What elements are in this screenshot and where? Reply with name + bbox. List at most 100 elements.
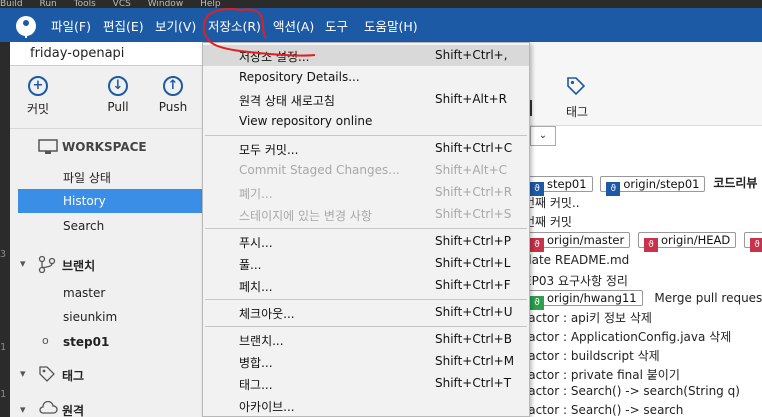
bg-menu-build: Build [0,0,23,8]
menu-item-label: 병합... [239,356,273,370]
repo-tab-title: friday-openapi [30,46,125,61]
history-row[interactable]: ϑorigin/hwang11 Merge pull request #1 [524,290,762,310]
badge-text: origin/master [547,233,625,247]
bg-menu-help: Help [200,0,221,8]
menu-item-shortcut: Shift+Ctrl+M [435,354,515,368]
chevron-down-icon[interactable]: ▾ [20,257,26,270]
history-row[interactable]: factor : private final 붙이기 [524,366,680,383]
menu-item-commit-staged-changes: Commit Staged Changes... Shift+Alt+C [203,160,529,181]
current-branch-marker-icon: o [42,334,49,347]
menu-item-shortcut: Shift+Ctrl+B [435,332,512,346]
push-label: Push [158,100,188,114]
menu-item-repository-details[interactable]: Repository Details... [203,67,529,88]
remote-badge: ϑ origin/hwang11 [524,290,643,310]
menu-item-label: Commit Staged Changes... [239,163,400,177]
history-row[interactable]: factor : ApplicationConfig.java 삭제 [524,328,731,345]
sidebar-item-file-status[interactable]: 파일 상태 [63,169,111,186]
tags-header: 태그 [62,369,85,383]
menu-help[interactable]: 도움말(H) [364,16,418,35]
branches-header: 브랜치 [62,259,96,273]
branch-badge: ϑ origin/step01 [600,175,706,196]
menu-edit[interactable]: 편집(E) [103,16,144,35]
menu-item-stash-changes: 스테이지에 있는 변경 사항 Shift+Ctrl+S [203,204,529,225]
commit-button[interactable]: + 커밋 [24,76,52,117]
menu-item-label: 풀... [239,258,262,272]
menu-item-label: 원격 상태 새로고침 [239,94,335,108]
history-row[interactable]: EP03 요구사항 정리 [524,272,628,289]
history-row[interactable]: date README.md [524,253,629,267]
pull-label: Pull [107,100,129,114]
repo-tab[interactable]: friday-openapi [10,42,204,66]
remote-badge: ϑ origin/HEAD [638,232,737,252]
badge-text: origin/step01 [623,176,700,191]
history-row[interactable]: ϑ step01 ϑ origin/step01 코드리뷰 [524,174,758,196]
sidebar-item-search[interactable]: Search [63,219,104,233]
menu-view[interactable]: 보기(V) [155,16,196,35]
branch-icon: ϑ [644,238,658,252]
filter-dropdown[interactable]: ⌄ [530,126,556,146]
commit-message: date README.md [524,253,630,267]
menu-tools[interactable]: 도구 [325,16,348,35]
branch-item[interactable]: master [63,286,105,300]
menu-item-label: 아카이브... [239,400,295,414]
menu-item-commit-all[interactable]: 모두 커밋... Shift+Ctrl+C [203,138,529,159]
menu-item-checkout[interactable]: 체크아웃... Shift+Ctrl+U [203,302,529,323]
history-row[interactable]: ϑorigin/master ϑorigin/HEAD ϑm [524,232,762,252]
menu-item-label: 스테이지에 있는 변경 사항 [239,209,372,223]
pull-button[interactable]: ↓ Pull [103,76,133,114]
background-ide-menubar: Build Run Tools VCS Window Help [0,0,762,8]
gutter-line-number: 1 [0,342,7,353]
menu-separator [205,326,527,327]
menu-item-repository-settings[interactable]: 저장소 설정... Shift+Ctrl+, [203,45,529,66]
menu-item-fetch[interactable]: 페치... Shift+Ctrl+F [203,275,529,296]
history-row[interactable]: factor : Search() -> search [524,403,683,417]
branch-icon: ϑ [530,296,544,310]
sidebar-item-history[interactable]: History [63,194,106,208]
menu-item-branch[interactable]: 브랜치... Shift+Ctrl+B [203,329,529,350]
chevron-down-icon[interactable]: ▾ [20,367,26,380]
cloud-icon [39,401,58,414]
commit-message: 번째 커밋 [524,215,572,229]
menu-item-label: 저장소 설정... [239,50,310,64]
menu-item-push[interactable]: 푸시... Shift+Ctrl+P [203,231,529,252]
bg-menu-window: Window [147,0,184,8]
menu-item-label: 체크아웃... [239,307,295,321]
branch-item[interactable]: sieunkim [63,310,117,324]
history-row[interactable]: 번째 커밋.. [524,194,580,211]
branch-icon [38,255,56,273]
menu-item-merge[interactable]: 병합... Shift+Ctrl+M [203,351,529,372]
tag-icon [567,77,586,96]
commit-message: EP03 요구사항 정리 [524,274,628,288]
menu-item-refresh-remote-status[interactable]: 원격 상태 새로고침 Shift+Alt+R [203,89,529,110]
menu-item-archive[interactable]: 아카이브... [203,395,529,416]
menu-item-tag[interactable]: 태그... Shift+Ctrl+T [203,373,529,394]
branch-item-current[interactable]: step01 [63,335,109,349]
history-row[interactable]: factor : api키 정보 삭제 [524,309,652,326]
menu-item-pull[interactable]: 풀... Shift+Ctrl+L [203,253,529,274]
menu-actions[interactable]: 액션(A) [273,16,314,35]
toolbar-fragment [530,100,532,116]
commit-message: 코드리뷰 [713,176,758,190]
menu-repository[interactable]: 저장소(R) [208,16,261,35]
history-row[interactable]: 번째 커밋 [524,213,572,230]
menu-separator [205,228,527,229]
bg-menu-run: Run [39,0,57,8]
gutter-line-number: 1 [0,389,7,400]
chevron-down-icon[interactable]: ▾ [20,403,26,416]
menu-item-label: 폐기... [239,187,273,201]
push-button[interactable]: ↑ Push [157,76,189,114]
sidebar-divider [10,128,204,129]
commit-message: factor : buildscript 삭제 [524,349,660,363]
menu-item-shortcut: Shift+Ctrl+, [435,48,508,62]
menu-separator [205,299,527,300]
menu-item-shortcut: Shift+Alt+C [435,163,508,177]
history-row[interactable]: factor : buildscript 삭제 [524,347,660,364]
menu-item-shortcut: Shift+Ctrl+R [435,185,513,199]
sidebar-selection [18,189,204,213]
branch-icon: ϑ [750,238,762,252]
tag-button[interactable]: 태그 [566,103,588,120]
menu-item-discard: 폐기... Shift+Ctrl+R [203,182,529,203]
history-row[interactable]: factor : Search() -> search(String q) [524,384,740,398]
menu-item-view-repository-online[interactable]: View repository online [203,111,529,132]
menu-file[interactable]: 파일(F) [51,16,91,35]
